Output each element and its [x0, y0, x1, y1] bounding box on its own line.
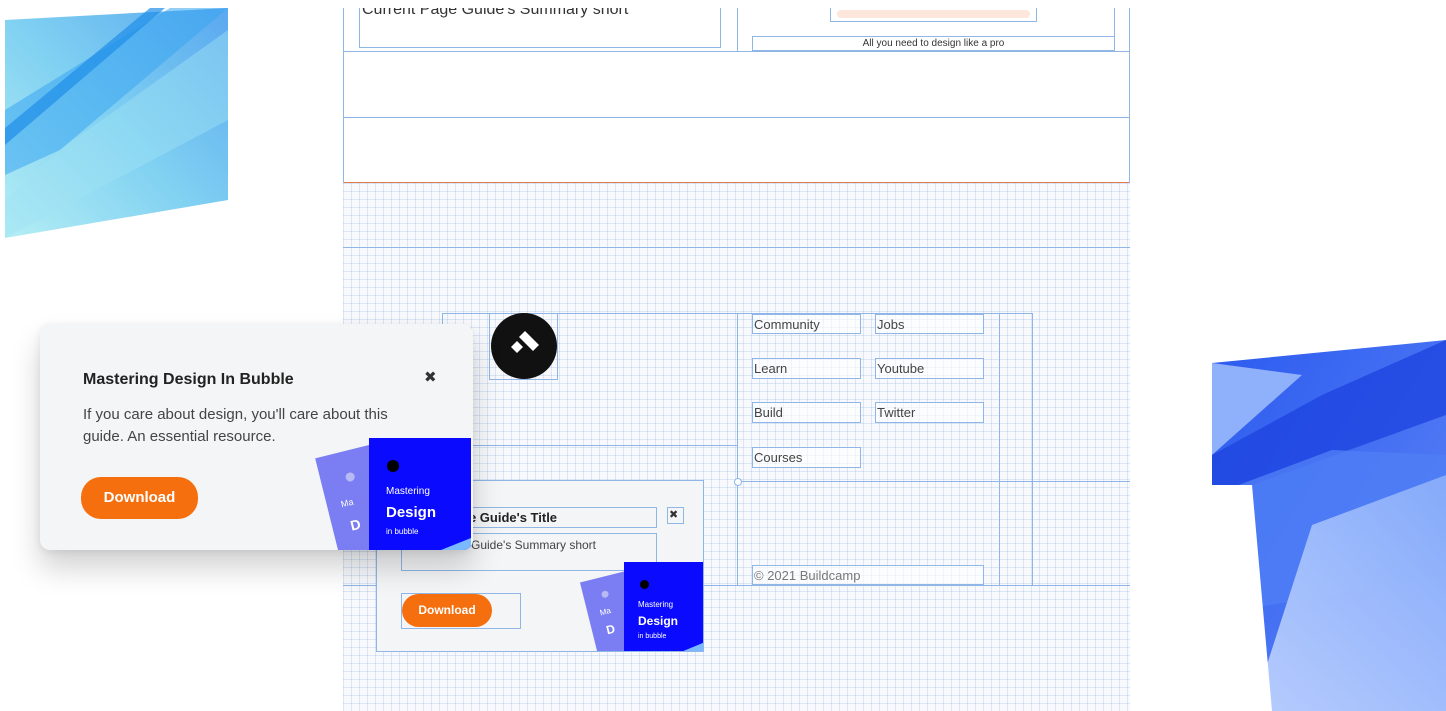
guide-popup-close-icon[interactable]: ✖	[424, 368, 437, 386]
editor-popup-download-button[interactable]: Download	[402, 594, 492, 627]
row-divider-2	[343, 117, 1130, 118]
editor-book-line2: Design	[638, 614, 679, 628]
book-line1: Mastering	[386, 486, 430, 497]
editor-book-logo-icon	[640, 580, 649, 589]
buildcamp-logo-icon	[511, 331, 539, 353]
editor-book-back-letter: D	[604, 621, 617, 638]
editor-book-corner	[683, 642, 703, 651]
editor-popup-close-icon[interactable]: ✖	[669, 508, 678, 521]
editor-book-back-fragment: Ma	[598, 605, 612, 618]
top-right-caption: All you need to design like a pro	[862, 38, 1005, 49]
editor-popup-summary: e Guide's Summary short	[461, 538, 597, 552]
book-logo-icon	[387, 460, 399, 472]
logo[interactable]	[491, 313, 557, 379]
footer-logo-group	[442, 313, 738, 446]
editor-book-line3: in bubble	[638, 633, 667, 640]
footer-mid-line	[737, 481, 1130, 482]
book-line2: Design	[386, 504, 437, 521]
book-cover: Mastering Design in bubble	[369, 438, 471, 550]
book-back-fragment: Ma	[339, 496, 355, 510]
nav-link-twitter[interactable]: Twitter	[875, 402, 984, 423]
row-divider-1	[343, 51, 1130, 52]
nav-link-community[interactable]: Community	[752, 314, 861, 334]
book-corner	[441, 538, 471, 550]
nav-link-courses[interactable]: Courses	[752, 447, 861, 468]
guide-popup-download-button[interactable]: Download	[81, 477, 198, 519]
footer-inner-line	[999, 313, 1000, 586]
nav-link-youtube[interactable]: Youtube	[875, 358, 984, 379]
editor-book-line1: Mastering	[638, 600, 674, 609]
copyright: © 2021 Buildcamp	[752, 565, 984, 585]
book-back-letter: D	[348, 515, 363, 534]
nav-link-learn[interactable]: Learn	[752, 358, 861, 379]
guide-popup: Mastering Design In Bubble ✖ If you care…	[40, 324, 473, 550]
top-left-decoration	[5, 8, 228, 238]
editor-book-cover: Mastering Design in bubble	[624, 562, 703, 651]
right-decoration	[1212, 340, 1446, 711]
book-line3: in bubble	[386, 527, 419, 536]
guide-popup-body: If you care about design, you'll care ab…	[83, 406, 388, 445]
top-left-text: Current Page Guide's Summary short	[362, 8, 629, 18]
handle-dot[interactable]	[734, 478, 742, 486]
nav-link-build[interactable]: Build	[752, 402, 861, 423]
top-right-image-box	[830, 8, 1037, 22]
editor-popup-title: ge Guide's Title	[461, 510, 558, 525]
guide-popup-title: Mastering Design In Bubble	[83, 371, 294, 388]
nav-link-jobs[interactable]: Jobs	[875, 314, 984, 334]
row-divider-3	[343, 247, 1130, 248]
